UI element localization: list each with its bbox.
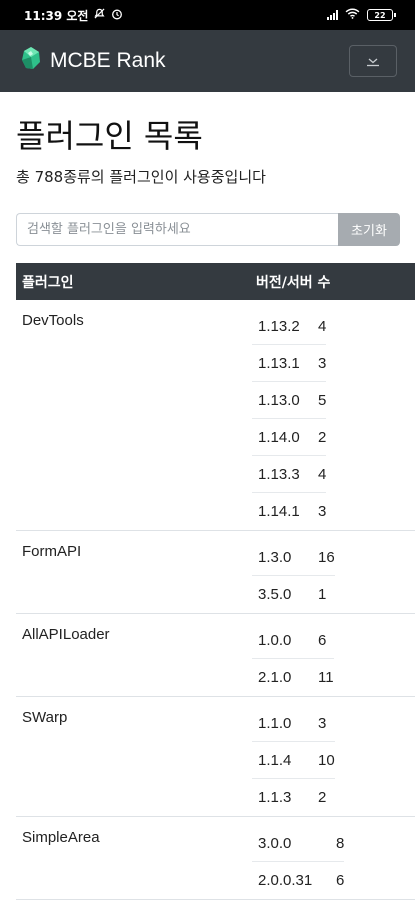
version-row: 1.13.0 5 bbox=[252, 382, 327, 419]
plugin-table: 플러그인 버전/서버 수 DevTools 1.13.2 4 1.13.1 3 1.… bbox=[16, 263, 415, 900]
navbar: MCBE Rank bbox=[0, 30, 415, 92]
version-row: 3.0.0 8 bbox=[252, 825, 345, 862]
plugin-count-summary: 총 788종류의 플러그인이 사용중입니다 bbox=[16, 168, 266, 186]
version-number: 3.0.0 bbox=[258, 834, 292, 852]
server-count: 4 bbox=[318, 317, 327, 335]
mute-icon bbox=[94, 8, 106, 22]
plugin-name: SimpleArea bbox=[22, 829, 100, 846]
brand-text: MCBE Rank bbox=[50, 49, 166, 72]
version-number: 1.1.3 bbox=[258, 789, 292, 806]
search-group: 초기화 bbox=[16, 213, 400, 246]
table-row: AllAPILoader 1.0.0 6 2.1.0 11 bbox=[16, 614, 415, 697]
server-count: 3 bbox=[318, 503, 327, 520]
version-number: 1.13.1 bbox=[258, 354, 300, 372]
server-count: 2 bbox=[318, 789, 327, 806]
version-row: 3.5.0 1 bbox=[252, 576, 335, 613]
server-count: 8 bbox=[336, 834, 345, 852]
version-row: 1.0.0 6 bbox=[252, 622, 334, 659]
version-number: 1.1.4 bbox=[258, 751, 292, 769]
chevron-down-icon bbox=[364, 52, 382, 71]
reset-button[interactable]: 초기화 bbox=[338, 213, 400, 246]
version-row: 1.1.4 10 bbox=[252, 742, 335, 779]
plugin-name: DevTools bbox=[22, 312, 84, 329]
server-count: 4 bbox=[318, 465, 327, 483]
version-number: 1.3.0 bbox=[258, 548, 292, 566]
version-number: 1.14.0 bbox=[258, 428, 300, 446]
navbar-toggle-button[interactable] bbox=[349, 45, 397, 77]
battery-level: 22 bbox=[374, 10, 386, 20]
server-count: 1 bbox=[318, 586, 327, 603]
version-number: 1.14.1 bbox=[258, 503, 300, 520]
version-number: 1.0.0 bbox=[258, 631, 292, 649]
server-count: 16 bbox=[318, 548, 335, 566]
version-row: 2.0.0.31 6 bbox=[252, 862, 344, 899]
version-number: 1.13.2 bbox=[258, 317, 300, 335]
status-time: 11:39 오전 bbox=[24, 8, 89, 23]
plugin-name: FormAPI bbox=[22, 543, 82, 560]
table-row: FormAPI 1.3.0 16 3.5.0 1 bbox=[16, 531, 415, 614]
version-row: 1.14.0 2 bbox=[252, 419, 327, 456]
version-row: 1.1.3 2 bbox=[252, 779, 335, 816]
server-count: 2 bbox=[318, 428, 327, 446]
emerald-logo-icon bbox=[20, 46, 42, 76]
version-number: 1.1.0 bbox=[258, 714, 292, 732]
version-number: 2.1.0 bbox=[258, 669, 292, 686]
server-count: 5 bbox=[318, 391, 327, 409]
table-row: DevTools 1.13.2 4 1.13.1 3 1.13.0 5 1.14.0 2… bbox=[16, 300, 415, 531]
status-left: 11:39 오전 bbox=[24, 7, 123, 24]
version-row: 1.13.3 4 bbox=[252, 456, 327, 493]
wifi-icon bbox=[345, 8, 360, 22]
plugin-name: AllAPILoader bbox=[22, 626, 110, 643]
version-number: 1.13.3 bbox=[258, 465, 300, 483]
server-count: 10 bbox=[318, 751, 335, 769]
version-list: 1.0.0 6 2.1.0 11 bbox=[252, 614, 334, 696]
plugin-search-input[interactable] bbox=[16, 213, 338, 246]
version-list: 1.3.0 16 3.5.0 1 bbox=[252, 531, 335, 613]
server-count: 11 bbox=[318, 669, 334, 686]
version-number: 2.0.0.31 bbox=[258, 872, 313, 889]
version-row: 1.13.2 4 bbox=[252, 308, 327, 345]
version-list: 1.1.0 3 1.1.4 10 1.1.3 2 bbox=[252, 697, 335, 816]
alarm-icon bbox=[111, 8, 123, 23]
plugin-name: SWarp bbox=[22, 709, 68, 726]
server-count: 3 bbox=[318, 354, 327, 372]
column-header-plugin: 플러그인 bbox=[22, 274, 74, 291]
version-list: 1.13.2 4 1.13.1 3 1.13.0 5 1.14.0 2 1.13.3 4 … bbox=[252, 300, 327, 530]
main-content: 플러그인 목록 총 788종류의 플러그인이 사용중입니다 초기화 bbox=[16, 92, 400, 246]
version-number: 3.5.0 bbox=[258, 586, 292, 603]
version-row: 1.13.1 3 bbox=[252, 345, 327, 382]
brand-link[interactable]: MCBE Rank bbox=[20, 46, 166, 76]
battery-icon: 22 bbox=[367, 9, 396, 21]
version-row: 1.3.0 16 bbox=[252, 539, 335, 576]
version-list: 3.0.0 8 2.0.0.31 6 bbox=[252, 817, 345, 899]
version-row: 2.1.0 11 bbox=[252, 659, 334, 696]
page-title: 플러그인 목록 bbox=[16, 117, 203, 155]
table-row: SimpleArea 3.0.0 8 2.0.0.31 6 bbox=[16, 817, 415, 900]
table-header: 플러그인 버전/서버 수 bbox=[16, 263, 415, 300]
status-right: 22 bbox=[327, 8, 396, 22]
server-count: 6 bbox=[336, 872, 345, 889]
column-header-version-servers: 버전/서버 수 bbox=[256, 274, 331, 291]
version-number: 1.13.0 bbox=[258, 391, 300, 409]
version-row: 1.14.1 3 bbox=[252, 493, 326, 530]
status-bar: 11:39 오전 22 bbox=[0, 0, 415, 30]
version-row: 1.1.0 3 bbox=[252, 705, 335, 742]
server-count: 6 bbox=[318, 631, 327, 649]
server-count: 3 bbox=[318, 714, 327, 732]
table-row: SWarp 1.1.0 3 1.1.4 10 1.1.3 2 bbox=[16, 697, 415, 817]
signal-icon bbox=[327, 10, 338, 20]
